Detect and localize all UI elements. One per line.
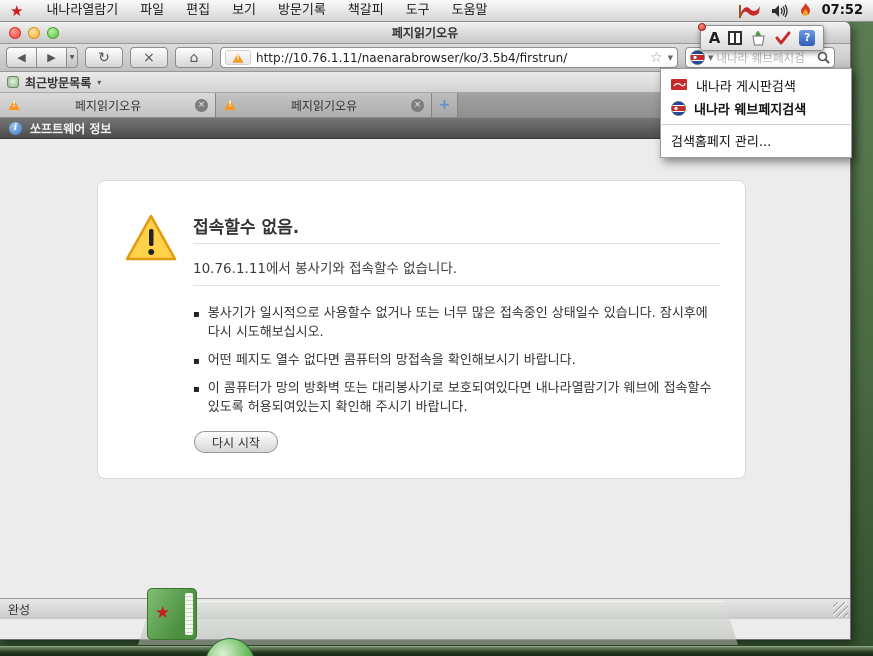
error-title: 접속할수 없음.: [193, 213, 299, 238]
search-engine-flag-icon[interactable]: [690, 50, 705, 65]
home-button[interactable]: ⌂: [175, 47, 213, 68]
software-info-label: 쏘프트웨어 정보: [30, 120, 111, 137]
reload-button[interactable]: ↻: [85, 47, 123, 68]
checkmark-icon[interactable]: [775, 31, 791, 45]
menu-edit[interactable]: 편집: [175, 0, 221, 22]
page-favicon-warning-icon: [225, 50, 251, 65]
bullet-icon: ▪: [193, 352, 200, 371]
help-icon[interactable]: ?: [799, 30, 815, 46]
forward-button[interactable]: ▶: [36, 47, 66, 68]
desktop: ★ 내나라열람기 파일 편집 보기 방문기록 책갈피 도구 도움말 07:52: [0, 0, 873, 656]
paint-cup-icon[interactable]: [750, 30, 767, 46]
update-flame-tray-icon[interactable]: [799, 3, 812, 18]
page-content: 접속할수 없음. 10.76.1.11에서 봉사기와 접속할수 없습니다. ▪ …: [0, 139, 850, 598]
tab-close-icon[interactable]: ×: [411, 99, 424, 112]
suggestion-text: 어떤 페지도 열수 없다면 콤퓨터의 망접속을 확인해보시기 바랍니다.: [208, 352, 576, 371]
resize-grip[interactable]: [833, 602, 848, 617]
tab-warning-icon: [224, 100, 236, 110]
search-engine-dropdown-icon[interactable]: ▼: [708, 54, 713, 62]
tab-label: 페지읽기오유: [243, 97, 405, 114]
menu-item-label: 검색홈페지 관리...: [671, 131, 771, 150]
book-star-icon: ★: [155, 603, 170, 623]
connection-error-card: 접속할수 없음. 10.76.1.11에서 봉사기와 접속할수 없습니다. ▪ …: [97, 180, 746, 479]
menu-view[interactable]: 보기: [221, 0, 267, 22]
recent-visits-icon: [7, 76, 19, 88]
palette-close-button[interactable]: [698, 23, 706, 31]
search-input[interactable]: [716, 51, 814, 65]
floating-palette[interactable]: A ?: [700, 25, 824, 51]
red-flag-icon: [671, 79, 688, 92]
menu-history[interactable]: 방문기록: [267, 0, 337, 22]
address-bar[interactable]: http://10.76.1.11/naenarabrowser/ko/3.5b…: [220, 47, 678, 68]
info-icon: i: [9, 122, 22, 135]
volume-tray-icon[interactable]: [771, 4, 789, 18]
search-engine-menu: 내나라 게시판검색 내나라 웨브페지검색 검색홈페지 관리...: [660, 68, 852, 158]
divider: [193, 285, 720, 286]
menu-help[interactable]: 도움말: [441, 0, 499, 22]
menu-tools[interactable]: 도구: [395, 0, 441, 22]
recent-visits-caret-icon: ▾: [97, 78, 101, 87]
menu-item-web-search[interactable]: 내나라 웨브페지검색: [661, 97, 851, 120]
clock: 07:52: [822, 3, 863, 18]
stop-button[interactable]: ×: [130, 47, 168, 68]
history-dropdown-button[interactable]: ▼: [66, 47, 78, 68]
retry-button[interactable]: 다시 시작: [194, 431, 278, 453]
divider: [193, 243, 720, 244]
error-suggestions-list: ▪ 봉사기가 일시적으로 사용할수 없거나 또는 너무 많은 접속중인 상태일수…: [193, 305, 720, 426]
list-item: ▪ 봉사기가 일시적으로 사용할수 없거나 또는 너무 많은 접속중인 상태일수…: [193, 305, 720, 343]
menu-app[interactable]: 내나라열람기: [35, 0, 129, 22]
screen-bottom-edge: [0, 646, 873, 656]
bullet-icon: ▪: [193, 380, 200, 418]
url-text[interactable]: http://10.76.1.11/naenarabrowser/ko/3.5b…: [256, 51, 645, 65]
menu-item-board-search[interactable]: 내나라 게시판검색: [661, 74, 851, 97]
new-tab-button[interactable]: +: [432, 93, 458, 117]
menu-item-label: 내나라 게시판검색: [696, 76, 796, 95]
menu-separator: [662, 124, 850, 125]
menu-item-label: 내나라 웨브페지검색: [694, 99, 806, 118]
recent-visits-menu[interactable]: 최근방문목록: [25, 74, 91, 91]
warning-triangle-icon: [124, 213, 178, 263]
suggestion-text: 이 콤퓨터가 망의 방화벽 또는 대리봉사기로 보호되여있다면 내나라열람기가 …: [208, 380, 720, 418]
back-button[interactable]: ◀: [6, 47, 36, 68]
suggestion-text: 봉사기가 일시적으로 사용할수 없거나 또는 너무 많은 접속중인 상태일수 있…: [208, 305, 720, 343]
tab-close-icon[interactable]: ×: [195, 99, 208, 112]
font-icon[interactable]: A: [709, 29, 721, 47]
search-magnifier-icon[interactable]: [817, 51, 830, 64]
menu-bookmarks[interactable]: 책갈피: [337, 0, 395, 22]
tab-error-page-2[interactable]: 페지읽기오유 ×: [216, 93, 432, 117]
error-subtitle: 10.76.1.11에서 봉사기와 접속할수 없습니다.: [193, 257, 457, 277]
flag-tray-icon[interactable]: [739, 4, 761, 18]
status-text: 완성: [8, 601, 30, 618]
global-menubar: ★ 내나라열람기 파일 편집 보기 방문기록 책갈피 도구 도움말 07:52: [0, 0, 873, 22]
round-flag-icon: [671, 101, 686, 116]
tab-label: 페지읽기오유: [27, 97, 189, 114]
red-star-logo-icon[interactable]: ★: [10, 2, 23, 20]
menu-file[interactable]: 파일: [129, 0, 175, 22]
list-item: ▪ 어떤 페지도 열수 없다면 콤퓨터의 망접속을 확인해보시기 바랍니다.: [193, 352, 720, 371]
bookmark-star-icon[interactable]: ☆: [650, 51, 663, 65]
tab-warning-icon: [8, 100, 20, 110]
menu-item-manage-search[interactable]: 검색홈페지 관리...: [661, 129, 851, 152]
tab-error-page-1[interactable]: 페지읽기오유 ×: [0, 93, 216, 117]
bookmark-dropdown-icon[interactable]: ▼: [668, 54, 673, 62]
bullet-icon: ▪: [193, 305, 200, 343]
list-item: ▪ 이 콤퓨터가 망의 방화벽 또는 대리봉사기로 보호되여있다면 내나라열람기…: [193, 380, 720, 418]
dock-documents-icon[interactable]: ★: [147, 588, 197, 640]
columns-icon[interactable]: [728, 31, 742, 45]
